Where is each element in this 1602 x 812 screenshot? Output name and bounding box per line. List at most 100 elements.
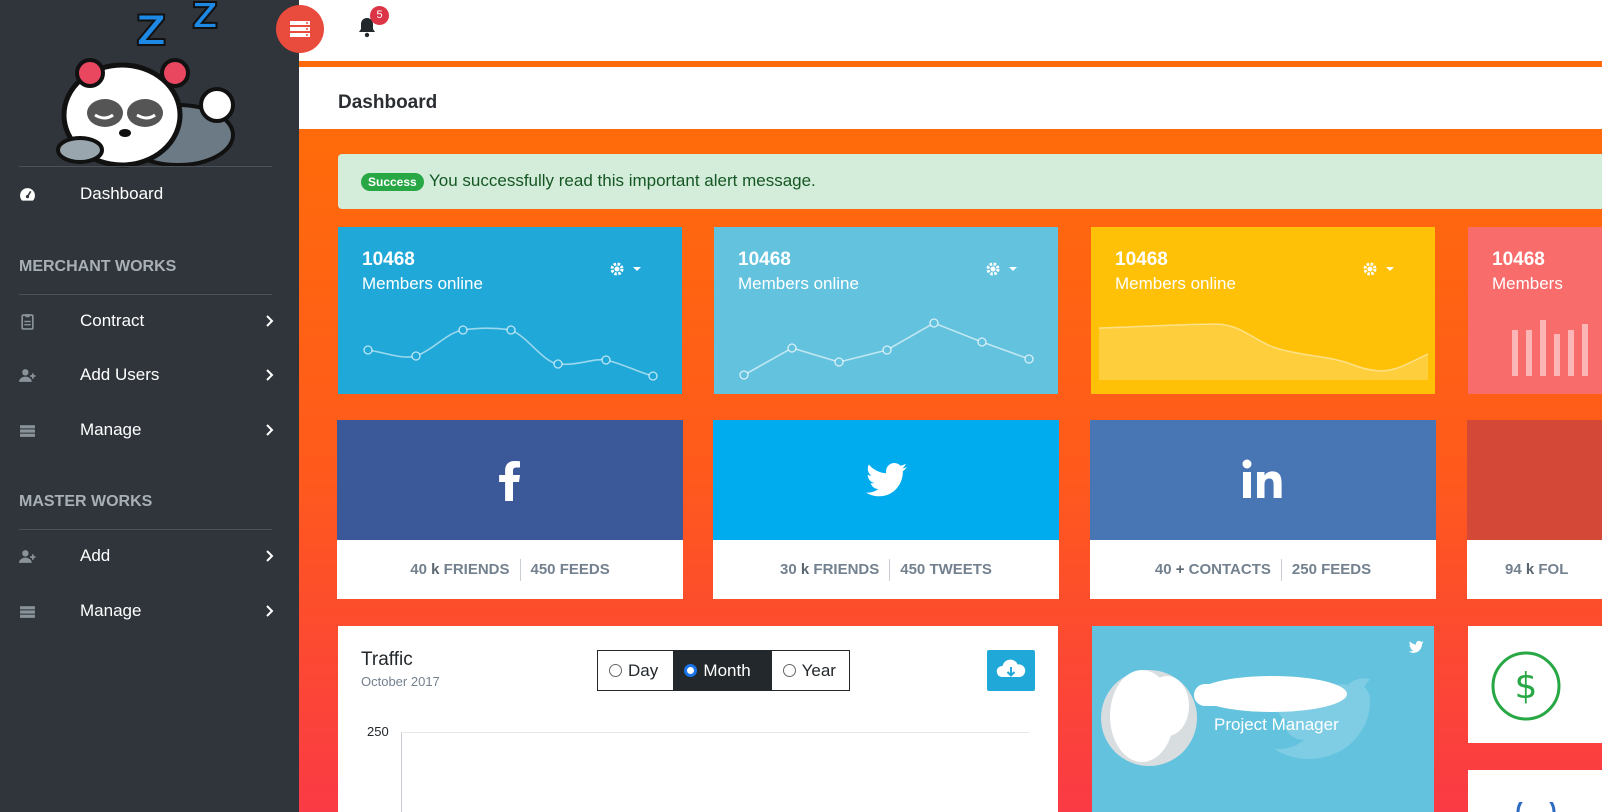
sidebar-divider [19,294,272,295]
option-month[interactable]: Month [673,651,772,690]
sidebar-item-label: Manage [80,601,142,620]
traffic-card: Traffic October 2017 Day Month Year 250 [338,626,1058,812]
stat-label: Members [1492,274,1563,293]
sidebar-item-add-users[interactable]: Add Users [0,353,299,397]
twitter-icon [866,463,907,497]
bar-chart [1512,320,1588,376]
stat-value: 10468 [1115,249,1168,270]
chevron-right-icon [266,315,274,327]
sidebar-item-dashboard[interactable]: Dashboard [0,172,299,216]
area-chart [1098,323,1429,380]
stat-card: 10468 Members [1468,227,1602,394]
sparkline-chart [739,318,1034,380]
radio-icon [782,664,796,677]
page-title: Dashboard [338,92,438,113]
social-card-linkedin: 40 + CONTACTS 250 FEEDS [1090,420,1436,599]
revenue-card: $ [1468,626,1602,743]
social-band [337,420,683,540]
svg-text:$: $ [1515,666,1538,707]
y-axis [401,732,402,812]
option-day[interactable]: Day [598,651,673,690]
stat-label: Members online [738,274,859,293]
sidebar-item-manage-master[interactable]: Manage [0,589,299,633]
social-stat-left: 94 k FOL [1505,561,1569,578]
success-alert: Success You successfully read this impor… [338,154,1602,209]
social-stat-left: 40 k FRIENDS [410,561,510,578]
social-card-twitter: 30 k FRIENDS 450 TWEETS [713,420,1059,599]
user-plus-icon [19,550,36,563]
twitter-icon [1408,640,1424,653]
user-plus-icon [19,369,36,382]
download-button[interactable] [987,650,1035,691]
option-year[interactable]: Year [772,651,849,690]
sidebar-item-label: Add Users [80,365,160,384]
stat-value: 10468 [362,249,415,270]
dollar-icon: $ [1491,651,1561,721]
gear-dropdown-icon[interactable] [1362,260,1396,278]
social-stat-right: 250 FEEDS [1291,561,1372,578]
grid-line [401,732,1029,733]
dashboard-icon [20,188,35,201]
facebook-icon [499,461,520,501]
y-axis-tick: 250 [367,724,389,739]
sleeping-panda-logo: Z Z [56,0,235,168]
chevron-right-icon [266,550,274,562]
social-stats: 40 + CONTACTS 250 FEEDS [1090,540,1436,599]
social-card-facebook: 40 k FRIENDS 450 FEEDS [337,420,683,599]
chevron-right-icon [266,369,274,381]
sidebar-item-label: Dashboard [80,184,164,203]
list-icon [20,606,35,618]
sidebar-item-add[interactable]: Add [0,534,299,578]
gear-dropdown-icon[interactable] [985,260,1019,278]
radio-icon [609,664,622,677]
clipboard-icon [21,314,34,330]
section-title-master-works: MASTER WORKS [19,493,153,510]
sidebar-toggle-button[interactable] [276,5,324,53]
sidebar-divider [19,166,272,167]
cloud-download-icon [996,659,1026,677]
alert-message: You successfully read this important ale… [429,171,816,190]
linkedin-icon [1242,459,1282,498]
section-title-merchant-works: MERCHANT WORKS [19,258,177,275]
sidebar-item-manage[interactable]: Manage [0,408,299,452]
stat-value: 10468 [738,249,791,270]
card-title: Traffic [361,649,413,670]
notification-badge: 5 [370,6,389,25]
stat-card: 10468 Members online [338,227,682,394]
sparkline-chart [363,325,658,381]
gear-dropdown-icon[interactable] [609,260,643,278]
top-navbar [299,0,1602,67]
twitter-profile-card: Project Manager [1092,626,1434,812]
stat-value: 10468 [1492,249,1545,270]
social-band [713,420,1059,540]
card-subtitle: October 2017 [361,674,440,689]
social-card-google-plus: 94 k FOL [1467,420,1602,599]
radio-icon [684,664,698,677]
social-stat-left: 40 + CONTACTS [1154,561,1271,578]
list-icon [20,425,35,437]
main-content: Success You successfully read this impor… [299,129,1602,812]
sidebar-item-label: Manage [80,420,142,439]
social-stat-left: 30 k FRIENDS [780,561,880,578]
page-header: Dashboard [299,73,1602,129]
stat-label: Members online [362,274,483,293]
social-band [1090,420,1436,540]
svg-text:Z: Z [192,0,218,37]
chevron-right-icon [266,424,274,436]
social-stats: 40 k FRIENDS 450 FEEDS [337,540,683,599]
chevron-right-icon [266,605,274,617]
social-stats: 30 k FRIENDS 450 TWEETS [713,540,1059,599]
stat-label: Members online [1115,274,1236,293]
sidebar-item-label: Contract [80,311,145,330]
info-card [1468,770,1602,812]
sidebar-divider [19,529,272,530]
social-band [1467,420,1602,540]
social-stat-right: 450 FEEDS [530,561,610,578]
status-badge: Success [361,173,424,191]
period-toggle: Day Month Year [597,650,850,691]
social-stat-right: 450 TWEETS [900,561,992,578]
sidebar-item-contract[interactable]: Contract [0,299,299,343]
profile-role: Project Manager [1214,715,1339,734]
sidebar-item-label: Add [80,546,111,565]
svg-text:Z: Z [136,6,166,55]
